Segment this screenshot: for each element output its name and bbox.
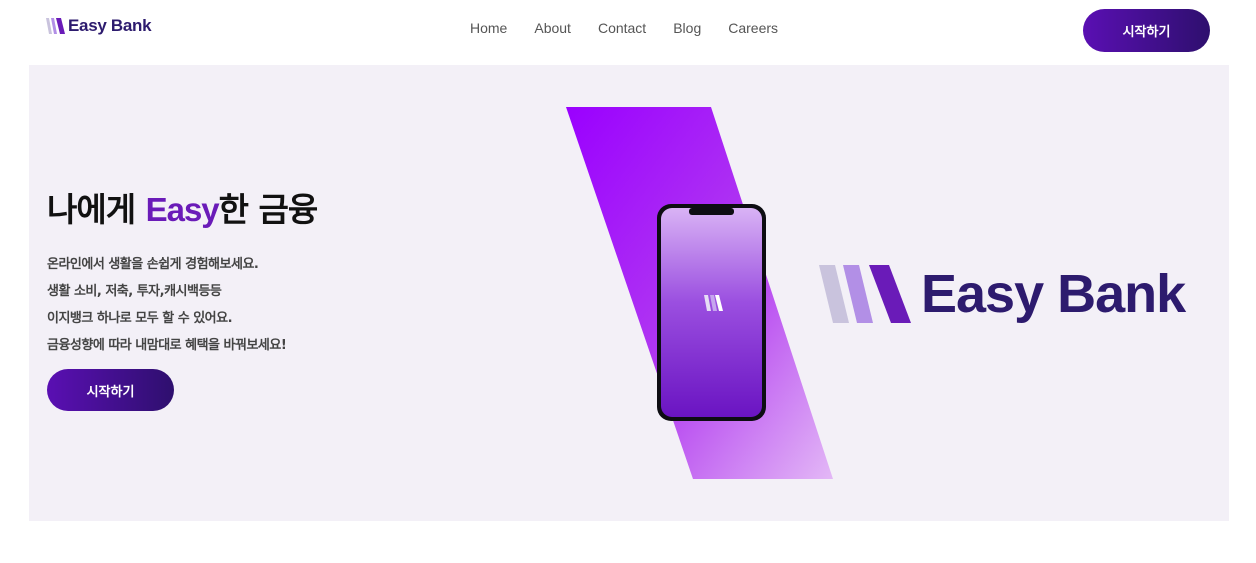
hero-line: 생활 소비, 저축, 투자,캐시백등등 xyxy=(47,284,222,299)
nav-about[interactable]: About xyxy=(534,20,571,36)
navbar: Easy Bank Home About Contact Blog Career… xyxy=(0,0,1256,62)
hero-title: 나에게 Easy한 금융 xyxy=(47,183,319,231)
nav-careers[interactable]: Careers xyxy=(728,20,778,36)
get-started-button[interactable]: 시작하기 xyxy=(1083,9,1210,52)
hero-title-accent: Easy xyxy=(145,191,220,228)
hero-section: 나에게 Easy한 금융 온라인에서 생활을 손쉽게 경험해보세요. 생활 소비… xyxy=(29,65,1229,521)
hero-get-started-button[interactable]: 시작하기 xyxy=(47,369,174,411)
nav-blog[interactable]: Blog xyxy=(673,20,701,36)
nav-contact[interactable]: Contact xyxy=(598,20,646,36)
hero-line: 온라인에서 생활을 손쉽게 경험해보세요. xyxy=(47,257,259,272)
hero-line: 금융성향에 따라 내맘대로 혜택을 바꿔보세요! xyxy=(47,338,287,353)
easy-bank-stripes-icon xyxy=(819,265,911,323)
main-nav: Home About Contact Blog Careers xyxy=(470,20,805,36)
nav-home[interactable]: Home xyxy=(470,20,507,36)
brand-logo[interactable]: Easy Bank xyxy=(46,16,152,36)
hero-brand-logo: Easy Bank xyxy=(819,263,1186,325)
hero-brand-name: Easy Bank xyxy=(921,264,1186,324)
phone-screen xyxy=(661,208,762,417)
brand-name: Easy Bank xyxy=(68,16,152,35)
easy-bank-stripes-icon xyxy=(46,18,65,34)
hero-title-prefix: 나에게 xyxy=(47,190,146,229)
hero-line: 이지뱅크 하나로 모두 할 수 있어요. xyxy=(47,311,233,326)
hero-title-suffix: 한 금융 xyxy=(218,190,319,229)
hero-description: 온라인에서 생활을 손쉽게 경험해보세요. 생활 소비, 저축, 투자,캐시백등… xyxy=(47,251,287,359)
phone-notch xyxy=(689,208,734,215)
